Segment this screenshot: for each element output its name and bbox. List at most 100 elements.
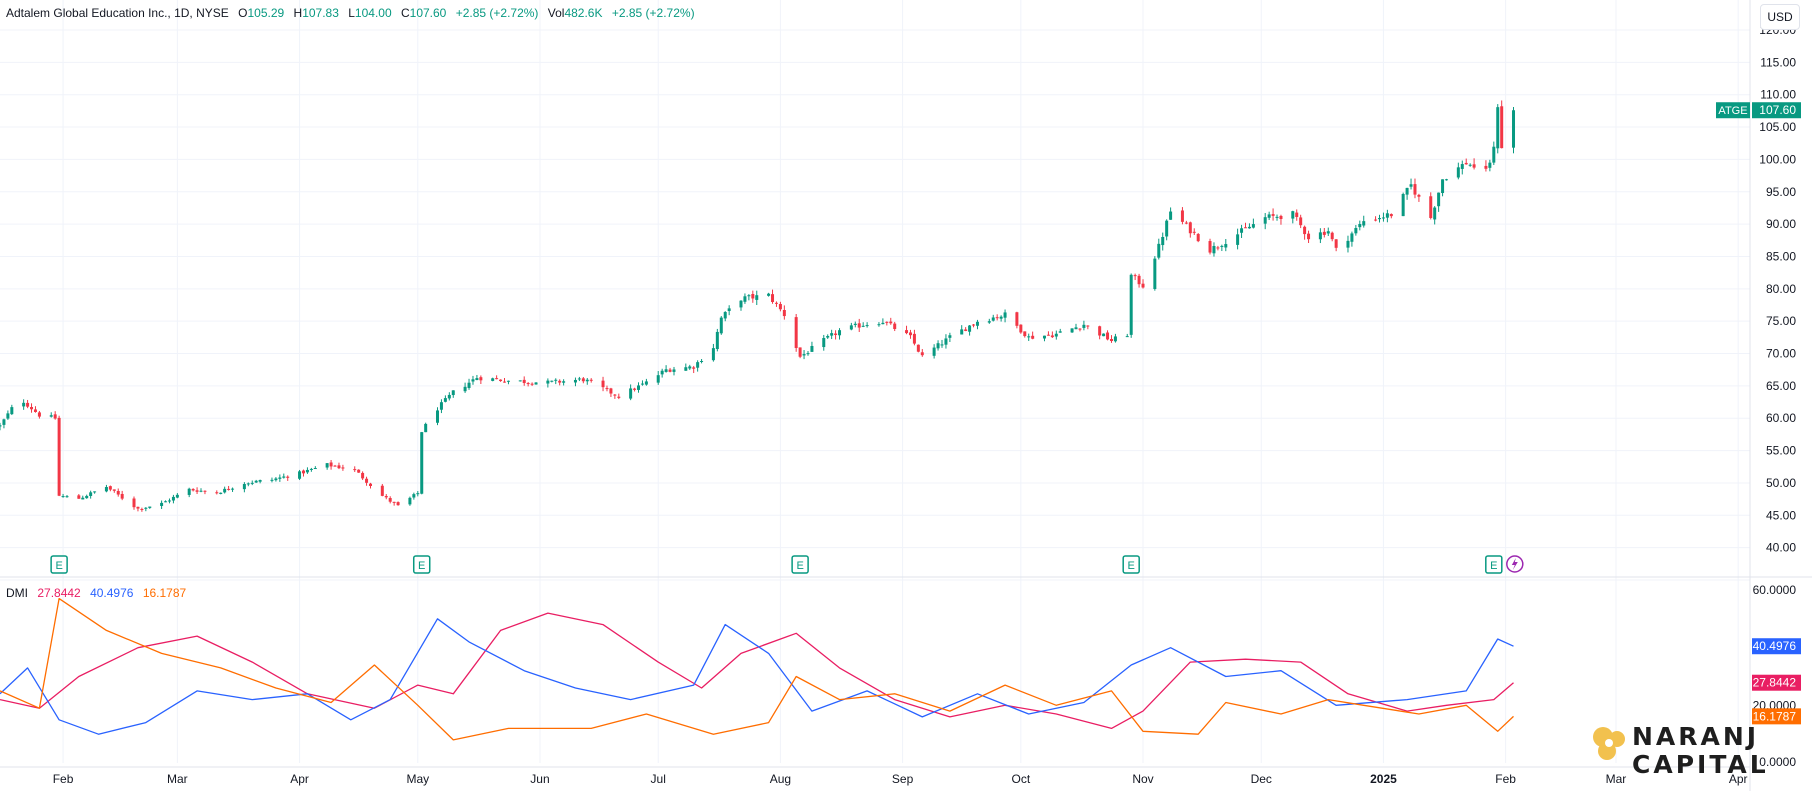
candle-body[interactable] [503, 381, 507, 383]
candle-body[interactable] [1054, 333, 1058, 337]
candle-body[interactable] [1082, 324, 1086, 328]
dmi-title[interactable]: DMI [6, 586, 28, 600]
candle-body[interactable] [506, 380, 510, 382]
candle-body[interactable] [1027, 336, 1031, 338]
candle-body[interactable] [1468, 164, 1472, 166]
candle-body[interactable] [1153, 258, 1157, 290]
candle-body[interactable] [656, 375, 660, 383]
candle-body[interactable] [298, 471, 302, 479]
candle-body[interactable] [810, 345, 814, 352]
candle-body[interactable] [53, 414, 57, 419]
candle-body[interactable] [278, 477, 282, 479]
candle-body[interactable] [30, 406, 34, 410]
candle-body[interactable] [830, 333, 834, 336]
candle-body[interactable] [1413, 184, 1417, 195]
plus-di-line[interactable] [0, 618, 1514, 735]
candle-body[interactable] [1212, 246, 1216, 254]
chart-canvas[interactable]: 40.00 45.00 50.00 55.00 60.00 65.00 70.00 75.00… [0, 0, 1812, 791]
candle-body[interactable] [1496, 107, 1500, 149]
candle-body[interactable] [499, 379, 503, 382]
candle-body[interactable] [1417, 194, 1421, 197]
candle-body[interactable] [975, 321, 979, 326]
candle-body[interactable] [313, 468, 317, 470]
candle-body[interactable] [1512, 110, 1516, 148]
candle-body[interactable] [1109, 339, 1113, 342]
candle-body[interactable] [246, 483, 250, 485]
candle-body[interactable] [77, 495, 81, 499]
candle-body[interactable] [1216, 247, 1220, 249]
candle-body[interactable] [774, 302, 778, 304]
candle-body[interactable] [37, 412, 41, 417]
candle-body[interactable] [747, 295, 751, 297]
candle-body[interactable] [723, 312, 727, 319]
candle-body[interactable] [1303, 226, 1307, 235]
candle-body[interactable] [408, 497, 412, 505]
candle-body[interactable] [534, 382, 538, 385]
candle-body[interactable] [688, 366, 692, 369]
candle-body[interactable] [1401, 193, 1405, 217]
candle-body[interactable] [1102, 333, 1106, 337]
candle-body[interactable] [995, 317, 999, 319]
candle-body[interactable] [826, 336, 830, 338]
candle-body[interactable] [1318, 232, 1322, 240]
candle-body[interactable] [751, 293, 755, 299]
candle-body[interactable] [1165, 220, 1169, 237]
candle-body[interactable] [1019, 324, 1023, 333]
candle-body[interactable] [436, 410, 439, 423]
candle-body[interactable] [530, 383, 534, 385]
candle-body[interactable] [81, 497, 85, 500]
candle-body[interactable] [341, 467, 345, 469]
candle-body[interactable] [719, 317, 723, 334]
candle-body[interactable] [743, 296, 747, 302]
candle-body[interactable] [195, 490, 199, 492]
candle-body[interactable] [116, 490, 120, 495]
symbol-title[interactable]: Adtalem Global Education Inc., 1D, NYSE [6, 6, 229, 20]
candle-body[interactable] [857, 323, 861, 328]
candle-body[interactable] [305, 469, 309, 473]
candle-body[interactable] [1247, 226, 1251, 229]
earnings-marker[interactable]: E [50, 555, 68, 574]
candle-body[interactable] [282, 476, 286, 478]
candle-body[interactable] [1141, 283, 1145, 288]
candle-body[interactable] [1322, 231, 1326, 235]
candle-body[interactable] [554, 379, 558, 381]
candle-body[interactable] [333, 465, 337, 467]
candle-body[interactable] [463, 386, 467, 392]
candle-body[interactable] [581, 378, 585, 382]
candle-body[interactable] [1003, 312, 1007, 318]
candle-body[interactable] [885, 321, 889, 323]
candle-body[interactable] [526, 383, 530, 385]
candle-body[interactable] [889, 321, 893, 324]
candle-body[interactable] [1169, 211, 1173, 220]
candle-body[interactable] [337, 465, 341, 469]
candle-body[interactable] [495, 378, 499, 380]
earnings-marker[interactable]: E [412, 555, 431, 574]
candle-body[interactable] [916, 344, 920, 352]
candle-body[interactable] [140, 509, 144, 511]
candle-body[interactable] [1267, 214, 1271, 218]
candle-body[interactable] [865, 325, 869, 327]
candle-body[interactable] [203, 490, 207, 492]
candle-body[interactable] [1196, 234, 1200, 242]
candle-body[interactable] [1192, 231, 1196, 233]
candle-body[interactable] [1334, 239, 1338, 248]
candle-body[interactable] [1484, 165, 1488, 169]
candle-body[interactable] [987, 321, 991, 323]
candle-body[interactable] [1161, 236, 1165, 246]
candle-body[interactable] [365, 478, 369, 483]
candle-body[interactable] [640, 383, 644, 385]
candle-body[interactable] [601, 380, 605, 388]
candle-body[interactable] [660, 370, 664, 375]
candle-body[interactable] [325, 463, 329, 468]
candle-body[interactable] [1307, 233, 1311, 240]
candle-body[interactable] [148, 506, 152, 508]
candle-body[interactable] [932, 347, 936, 356]
candle-body[interactable] [136, 506, 140, 509]
candle-body[interactable] [270, 479, 274, 481]
candle-body[interactable] [672, 369, 676, 372]
candle-body[interactable] [10, 407, 14, 415]
candle-body[interactable] [1433, 207, 1437, 220]
candle-body[interactable] [1050, 335, 1054, 338]
candle-body[interactable] [964, 329, 968, 331]
candle-body[interactable] [219, 492, 223, 494]
